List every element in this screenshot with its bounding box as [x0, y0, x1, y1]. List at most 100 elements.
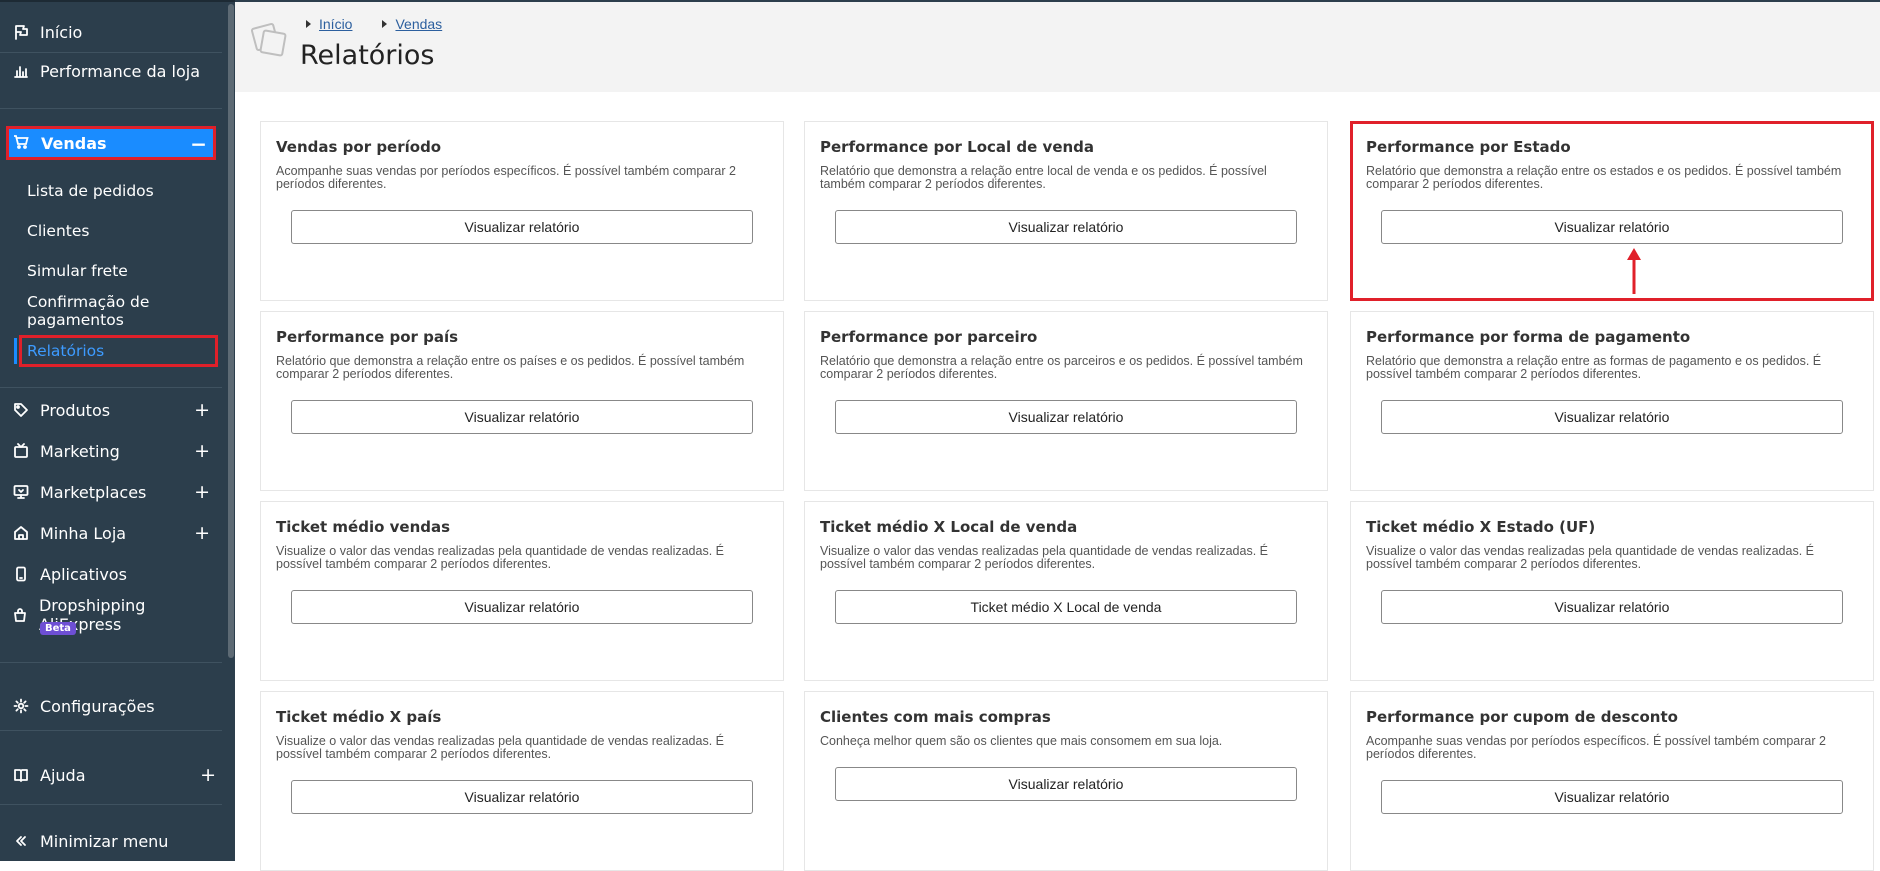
- sidebar-item-vendas[interactable]: Vendas −: [6, 126, 216, 160]
- report-card-description: Visualize o valor das vendas realizadas …: [1366, 544, 1814, 571]
- breadcrumb-item[interactable]: Início: [306, 16, 352, 32]
- view-report-button[interactable]: Ticket médio X Local de venda: [835, 590, 1297, 624]
- sidebar-item-label: Performance da loja: [40, 61, 201, 81]
- report-card-description: Relatório que demonstra a relação entre …: [1366, 354, 1822, 381]
- expand-icon[interactable]: +: [200, 762, 216, 788]
- view-report-button[interactable]: Visualizar relatório: [291, 400, 753, 434]
- sidebar-subitem-simular-frete[interactable]: Simular frete: [27, 257, 128, 285]
- sidebar-item-performance[interactable]: Performance da loja: [0, 56, 222, 86]
- sidebar-item-produtos[interactable]: Produtos +: [0, 395, 222, 425]
- sidebar-item-label: Aplicativos: [40, 564, 127, 584]
- caret-right-icon: [306, 20, 311, 28]
- report-card-description: Acompanhe suas vendas por períodos espec…: [1366, 734, 1826, 761]
- divider: [0, 804, 222, 805]
- tv-icon: [12, 442, 30, 460]
- report-card-description: Relatório que demonstra a relação entre …: [820, 354, 1303, 381]
- report-card: Performance por cupom de desconto Acompa…: [1350, 691, 1874, 871]
- report-card-title: Clientes com mais compras: [820, 708, 1051, 726]
- report-card-description: Relatório que demonstra a relação entre …: [1366, 164, 1842, 191]
- report-card: Ticket médio X país Visualize o valor da…: [260, 691, 784, 871]
- reports-page-icon: [250, 22, 287, 57]
- book-icon: [12, 766, 30, 784]
- expand-icon[interactable]: +: [194, 438, 210, 464]
- report-card-description: Acompanhe suas vendas por períodos espec…: [276, 164, 736, 191]
- sidebar-item-label: Ajuda: [40, 765, 86, 785]
- report-card: Ticket médio X Local de venda Visualize …: [804, 501, 1328, 681]
- cart-icon: [13, 134, 31, 152]
- report-card: Performance por parceiro Relatório que d…: [804, 311, 1328, 491]
- report-card: Ticket médio X Estado (UF) Visualize o v…: [1350, 501, 1874, 681]
- view-report-button[interactable]: Visualizar relatório: [1381, 780, 1843, 814]
- sidebar-item-label: Marketplaces: [40, 482, 147, 502]
- breadcrumb: Início Vendas: [306, 16, 442, 32]
- report-card-highlighted: Performance por Estado Relatório que dem…: [1350, 121, 1874, 301]
- sidebar-subitem-relatorios[interactable]: Relatórios: [27, 337, 104, 365]
- mobile-icon: [12, 565, 30, 583]
- sidebar-item-label: Minimizar menu: [40, 831, 169, 851]
- breadcrumb-item[interactable]: Vendas: [382, 16, 442, 32]
- view-report-button[interactable]: Visualizar relatório: [291, 590, 753, 624]
- store-icon: [12, 524, 30, 542]
- sidebar-item-inicio[interactable]: Início: [0, 17, 222, 47]
- sidebar-item-configuracoes[interactable]: Configurações: [0, 691, 222, 721]
- bag-icon: [12, 606, 29, 624]
- report-card: Performance por país Relatório que demon…: [260, 311, 784, 491]
- divider: [0, 387, 222, 388]
- report-card-description: Visualize o valor das vendas realizadas …: [276, 544, 724, 571]
- caret-right-icon: [382, 20, 388, 28]
- expand-icon[interactable]: +: [194, 520, 210, 546]
- sidebar-item-marketing[interactable]: Marketing +: [0, 436, 222, 466]
- report-card-title: Performance por parceiro: [820, 328, 1038, 346]
- divider: [0, 662, 222, 663]
- view-report-button[interactable]: Visualizar relatório: [835, 210, 1297, 244]
- view-report-button[interactable]: Visualizar relatório: [1381, 210, 1843, 244]
- sidebar-top-line: [0, 0, 235, 2]
- view-report-button[interactable]: Visualizar relatório: [835, 767, 1297, 801]
- sidebar-scrollbar[interactable]: [228, 4, 234, 658]
- sidebar-subitem-confirmacao-pagamentos[interactable]: Confirmação de pagamentos: [27, 293, 235, 329]
- sidebar-item-aplicativos[interactable]: Aplicativos: [0, 559, 222, 589]
- sidebar-subitem-clientes[interactable]: Clientes: [27, 217, 89, 245]
- divider: [0, 730, 222, 731]
- page-title: Relatórios: [300, 40, 435, 71]
- report-card: Performance por forma de pagamento Relat…: [1350, 311, 1874, 491]
- report-card: Clientes com mais compras Conheça melhor…: [804, 691, 1328, 871]
- expand-icon[interactable]: +: [194, 397, 210, 423]
- report-card-title: Ticket médio X Estado (UF): [1366, 518, 1596, 536]
- view-report-button[interactable]: Visualizar relatório: [291, 780, 753, 814]
- sidebar-item-marketplaces[interactable]: Marketplaces +: [0, 477, 222, 507]
- view-report-button[interactable]: Visualizar relatório: [1381, 400, 1843, 434]
- report-card-description: Relatório que demonstra a relação entre …: [276, 354, 745, 381]
- report-card: Vendas por período Acompanhe suas vendas…: [260, 121, 784, 301]
- arrow-up-icon: [1627, 248, 1641, 294]
- sidebar-item-dropshipping[interactable]: Dropshipping AliExpress: [0, 596, 222, 634]
- sidebar-item-label: Início: [40, 22, 83, 42]
- report-card-description: Conheça melhor quem são os clientes que …: [820, 734, 1223, 748]
- sidebar-item-label: Minha Loja: [40, 523, 127, 543]
- sidebar-item-ajuda[interactable]: Ajuda +: [0, 760, 222, 790]
- active-indicator: [14, 338, 17, 364]
- double-chevron-left-icon: [12, 832, 30, 850]
- minimize-menu-button[interactable]: Minimizar menu: [0, 826, 222, 856]
- bar-chart-icon: [12, 62, 30, 80]
- report-card-title: Performance por país: [276, 328, 459, 346]
- monitor-icon: [12, 483, 30, 501]
- report-card-title: Ticket médio vendas: [276, 518, 451, 536]
- sidebar-item-label: Marketing: [40, 441, 120, 461]
- view-report-button[interactable]: Visualizar relatório: [835, 400, 1297, 434]
- breadcrumb-link-vendas[interactable]: Vendas: [395, 16, 442, 32]
- report-card-title: Vendas por período: [276, 138, 442, 156]
- sidebar-subitem-lista-de-pedidos[interactable]: Lista de pedidos: [27, 177, 154, 205]
- sidebar: Início Performance da loja Vendas − List…: [0, 0, 235, 861]
- report-card-title: Performance por cupom de desconto: [1366, 708, 1678, 726]
- expand-icon[interactable]: +: [194, 479, 210, 505]
- report-card: Performance por Local de venda Relatório…: [804, 121, 1328, 301]
- breadcrumb-link-inicio[interactable]: Início: [319, 16, 352, 32]
- sidebar-item-minha-loja[interactable]: Minha Loja +: [0, 518, 222, 548]
- view-report-button[interactable]: Visualizar relatório: [291, 210, 753, 244]
- report-card-title: Ticket médio X país: [276, 708, 442, 726]
- view-report-button[interactable]: Visualizar relatório: [1381, 590, 1843, 624]
- tag-icon: [12, 401, 30, 419]
- collapse-icon[interactable]: −: [190, 132, 207, 156]
- sidebar-item-label: Vendas: [41, 133, 107, 153]
